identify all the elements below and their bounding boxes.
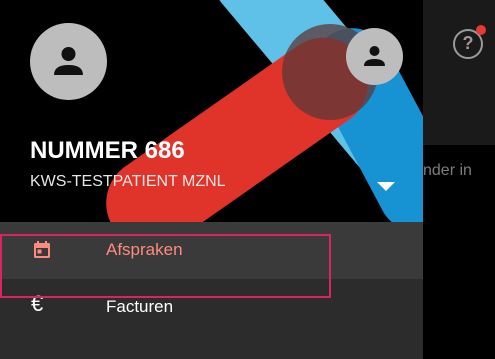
dropdown-arrow-icon[interactable] bbox=[373, 178, 399, 194]
notification-dot bbox=[476, 25, 486, 35]
app-toolbar bbox=[423, 0, 495, 145]
account-subtitle: KWS-TESTPATIENT MZNL bbox=[30, 173, 226, 190]
person-icon bbox=[364, 46, 385, 66]
drawer-menu: Afspraken € Facturen bbox=[0, 222, 423, 336]
menu-item-afspraken[interactable]: Afspraken bbox=[0, 222, 423, 279]
person-icon bbox=[54, 47, 83, 75]
calendar-icon bbox=[34, 241, 50, 258]
account-name: NUMMER 686 bbox=[30, 137, 185, 164]
euro-icon: € bbox=[31, 291, 44, 316]
menu-item-label: Afspraken bbox=[106, 240, 183, 259]
menu-item-label: Facturen bbox=[106, 297, 174, 316]
drawer-header: NUMMER 686 KWS-TESTPATIENT MZNL bbox=[0, 0, 423, 222]
switch-account-avatar[interactable] bbox=[346, 28, 403, 85]
screen: ? nder in NUMMER 686 KWS-TESTPATIENT MZN… bbox=[0, 0, 495, 359]
menu-item-facturen[interactable]: € Facturen bbox=[0, 279, 423, 336]
navigation-drawer: NUMMER 686 KWS-TESTPATIENT MZNL Afsprake… bbox=[0, 0, 423, 359]
account-avatar[interactable] bbox=[30, 23, 107, 100]
app-hint-text: nder in bbox=[423, 162, 472, 179]
